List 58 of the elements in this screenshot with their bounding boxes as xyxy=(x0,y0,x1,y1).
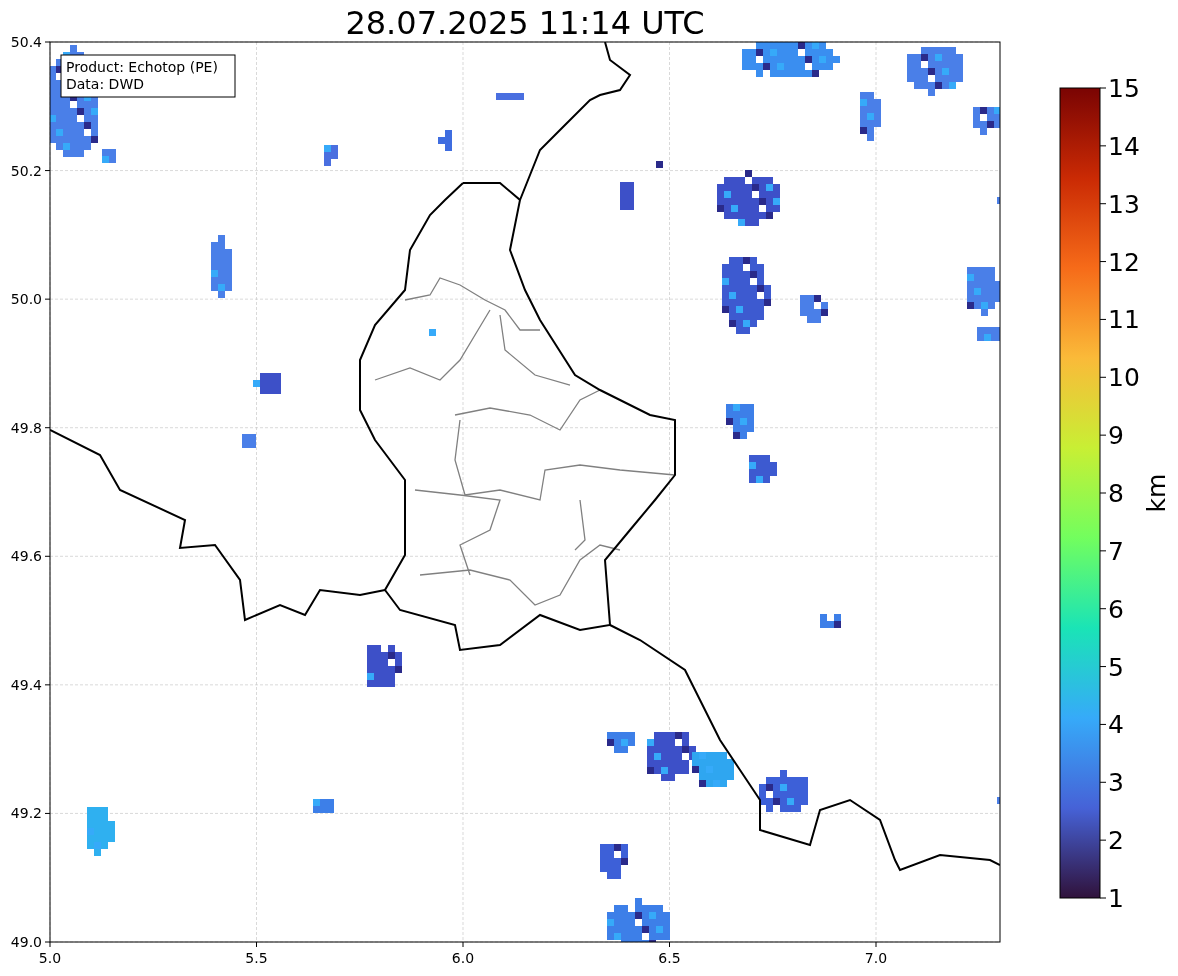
chart-title: 28.07.2025 11:14 UTC xyxy=(345,4,705,42)
tick-mark xyxy=(1099,261,1107,263)
tick-mark xyxy=(44,684,51,686)
x-tick-label: 6.5 xyxy=(658,950,681,966)
tick-mark xyxy=(44,41,51,43)
x-tick-label: 7.0 xyxy=(864,950,888,966)
tick-mark xyxy=(1099,608,1107,610)
tick-mark xyxy=(44,427,51,429)
colorbar-tick-label: 13 xyxy=(1108,189,1140,219)
tick-mark xyxy=(44,298,51,300)
colorbar-tick-label: 1 xyxy=(1108,884,1124,913)
tick-mark xyxy=(1099,145,1107,147)
info-text: Product: Echotop (PE) xyxy=(66,59,218,75)
tick-mark xyxy=(256,941,257,948)
y-tick-label: 50.2 xyxy=(10,162,42,179)
x-tick-label: 6.0 xyxy=(451,950,475,966)
y-tick-label: 49.4 xyxy=(10,676,42,693)
tick-mark xyxy=(1099,666,1107,668)
y-tick-label: 49.8 xyxy=(10,419,42,436)
tick-mark xyxy=(1099,839,1107,841)
tick-mark xyxy=(44,170,51,172)
y-tick-label: 49.6 xyxy=(10,548,42,565)
tick-mark xyxy=(1099,492,1107,494)
tick-mark xyxy=(1099,550,1107,552)
tick-mark xyxy=(1099,434,1107,436)
colorbar-tick-label: 12 xyxy=(1108,247,1140,277)
colorbar-tick-label: 9 xyxy=(1108,421,1124,451)
colorbar-tick-label: 2 xyxy=(1108,826,1124,856)
colorbar-tick-label: 8 xyxy=(1108,479,1124,508)
colorbar-label: km xyxy=(1142,473,1171,513)
y-tick-label: 50.0 xyxy=(10,291,42,308)
tick-mark xyxy=(1099,376,1107,378)
tick-mark xyxy=(1099,723,1107,725)
colorbar-tick-label: 3 xyxy=(1108,768,1124,798)
colorbar-tick-label: 4 xyxy=(1108,710,1124,740)
tick-mark xyxy=(875,941,877,948)
info-text: Data: DWD xyxy=(66,76,144,92)
colorbar-tick-label: 6 xyxy=(1108,594,1124,624)
tick-mark xyxy=(1099,87,1107,89)
tick-mark xyxy=(1099,203,1107,205)
colorbar-tick-label: 5 xyxy=(1108,652,1124,682)
y-tick-label: 49.0 xyxy=(10,934,42,950)
tick-mark xyxy=(44,812,51,814)
colorbar-tick-label: 15 xyxy=(1108,74,1140,103)
x-tick-label: 5.0 xyxy=(38,950,62,966)
y-tick-label: 49.2 xyxy=(10,805,42,822)
y-tick-label: 50.4 xyxy=(10,34,42,50)
tick-mark xyxy=(462,941,464,948)
tick-mark xyxy=(1099,781,1107,783)
colorbar-tick-label: 7 xyxy=(1108,536,1124,566)
colorbar-tick-label: 11 xyxy=(1108,305,1140,335)
tick-mark xyxy=(1099,318,1107,320)
colorbar-tick-label: 14 xyxy=(1108,131,1140,161)
x-tick-label: 5.5 xyxy=(245,950,268,966)
tick-mark xyxy=(1099,897,1107,899)
tick-mark xyxy=(669,941,670,948)
tick-mark xyxy=(44,555,51,557)
colorbar-tick-label: 10 xyxy=(1108,363,1140,393)
